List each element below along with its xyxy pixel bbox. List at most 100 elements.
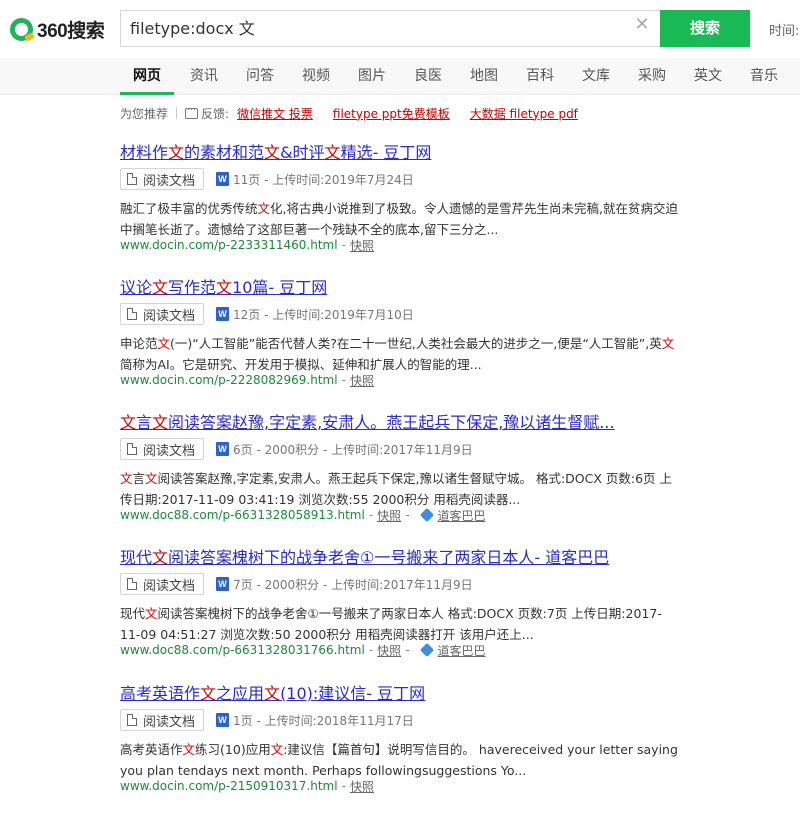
title-text: 材料作: [120, 143, 169, 162]
result-meta-text: 7页 - 2000积分 - 上传时间:2017年11月9日: [233, 577, 473, 592]
clear-icon[interactable]: ✕: [634, 16, 650, 34]
result-snippet: 申论范文(一)“人工智能”能否代替人类?在二十一世纪,人类社会最大的进步之一,便…: [120, 333, 680, 375]
tab-doctor[interactable]: 良医: [414, 58, 442, 95]
title-text: 10篇- 豆丁网: [232, 278, 328, 297]
read-document-button[interactable]: 阅读文档: [120, 438, 205, 460]
snippet-text: 现代: [120, 606, 146, 621]
result-snippet: 现代文阅读答案槐树下的战争老舍①一号搬来了两家日本人 格式:DOCX 页数:7页…: [120, 603, 680, 645]
tab-video[interactable]: 视频: [302, 58, 330, 95]
site-diamond-icon: [419, 507, 434, 523]
snapshot-link[interactable]: 快照: [350, 372, 374, 389]
tab-library[interactable]: 文库: [582, 58, 610, 95]
result-meta-text: 11页 - 上传时间:2019年7月24日: [233, 172, 414, 187]
category-nav: 网页 资讯 问答 视频 图片 良医 地图 百科 文库 采购 英文 音乐: [0, 58, 800, 95]
active-tab-indicator: [120, 92, 174, 95]
result-url-row: www.docin.com/p-2228082969.html - 快照: [120, 371, 374, 389]
title-text: 高考英语作: [120, 684, 201, 703]
tab-english[interactable]: 英文: [694, 58, 722, 95]
result-meta-text: 1页 - 上传时间:2018年11月17日: [233, 713, 414, 728]
highlight-term: 文: [152, 548, 169, 567]
snippet-text: 阅读答案槐树下的战争老舍①一号搬来了两家日本人 格式:DOCX 页数:7页 上传…: [120, 606, 662, 642]
highlight-term: 文: [264, 684, 281, 703]
tab-baike[interactable]: 百科: [526, 58, 554, 95]
read-document-label: 阅读文档: [143, 443, 196, 459]
site-diamond-icon: [419, 642, 434, 658]
result-title-link[interactable]: 议论文写作范文10篇- 豆丁网: [120, 277, 680, 299]
result-meta-row: 阅读文档 W 12页 - 上传时间:2019年7月10日: [120, 303, 414, 325]
tab-web[interactable]: 网页: [133, 58, 161, 95]
logo[interactable]: 360搜索: [10, 16, 105, 42]
tab-qa[interactable]: 问答: [246, 58, 274, 95]
result-title-link[interactable]: 文言文阅读答案赵豫,字定素,安肃人。燕王起兵下保定,豫以诸生督赋...: [120, 412, 680, 434]
search-button[interactable]: 搜索: [660, 10, 750, 47]
recommend-label: 为您推荐: [120, 106, 169, 121]
recommend-link[interactable]: filetype ppt免费模板: [333, 105, 450, 122]
read-document-button[interactable]: 阅读文档: [120, 303, 205, 325]
tab-images[interactable]: 图片: [358, 58, 386, 95]
separator: -: [405, 508, 410, 522]
search-result: 文言文阅读答案赵豫,字定素,安肃人。燕王起兵下保定,豫以诸生督赋... 阅读文档 W…: [120, 412, 680, 552]
time-filter-label[interactable]: 时间:: [769, 20, 799, 39]
result-meta-row: 阅读文档 W 7页 - 2000积分 - 上传时间:2017年11月9日: [120, 573, 473, 595]
result-snippet: 融汇了极丰富的优秀传统文化,将古典小说推到了极致。令人遗憾的是雪芹先生尚未完稿,…: [120, 198, 680, 240]
recommend-link[interactable]: 微信推文 投票: [237, 105, 313, 122]
highlight-term: 文: [182, 742, 196, 757]
result-title-link[interactable]: 现代文阅读答案槐树下的战争老舍①一号搬来了两家日本人- 道客巴巴: [120, 547, 680, 569]
search-input[interactable]: [130, 11, 610, 46]
feedback-label[interactable]: 反馈:: [201, 105, 229, 122]
logo-icon: [10, 17, 33, 41]
search-result: 议论文写作范文10篇- 豆丁网 阅读文档 W 12页 - 上传时间:2019年7月10…: [120, 277, 680, 417]
snapshot-link[interactable]: 快照: [350, 237, 374, 254]
highlight-term: 文: [145, 606, 158, 621]
separator: -: [341, 238, 346, 252]
site-name-link[interactable]: 道客巴巴: [438, 642, 486, 659]
snapshot-link[interactable]: 快照: [377, 507, 401, 524]
search-result: 高考英语作文之应用文(10):建议信- 豆丁网 阅读文档 W 1页 - 上传时间:20…: [120, 683, 680, 814]
highlight-term: 文: [200, 684, 217, 703]
tab-music[interactable]: 音乐: [750, 58, 778, 95]
tab-news[interactable]: 资讯: [190, 58, 218, 95]
highlight-term: 文: [120, 471, 133, 486]
snapshot-link[interactable]: 快照: [377, 642, 401, 659]
result-url: www.docin.com/p-2228082969.html: [120, 373, 338, 387]
snapshot-link[interactable]: 快照: [350, 778, 374, 795]
highlight-term: 文: [216, 278, 233, 297]
tab-purchase[interactable]: 采购: [638, 58, 666, 95]
result-snippet: 文言文阅读答案赵豫,字定素,安肃人。燕王起兵下保定,豫以诸生督赋守城。 格式:D…: [120, 468, 680, 510]
tab-map[interactable]: 地图: [470, 58, 498, 95]
snippet-text: 言: [132, 471, 146, 486]
read-document-button[interactable]: 阅读文档: [120, 709, 205, 731]
read-document-button[interactable]: 阅读文档: [120, 573, 205, 595]
read-document-label: 阅读文档: [143, 173, 196, 189]
title-text: 的素材和范: [184, 143, 265, 162]
snippet-text: 简称为AI。它是研究、开发用于模拟、延伸和扩展人的智能的理...: [120, 357, 482, 372]
word-file-icon: W: [216, 307, 230, 321]
result-url-row: www.doc88.com/p-6631328031766.html - 快照 - 道客…: [120, 641, 486, 659]
site-name-link[interactable]: 道客巴巴: [438, 507, 486, 524]
highlight-term: 文: [120, 413, 137, 432]
header: 360搜索 ✕ 搜索 时间:: [0, 0, 800, 58]
title-text: (10):建议信- 豆丁网: [280, 684, 426, 703]
result-title-link[interactable]: 高考英语作文之应用文(10):建议信- 豆丁网: [120, 683, 680, 705]
divider: [176, 107, 178, 119]
snippet-text: 练习(10)应用: [195, 742, 271, 757]
result-title-link[interactable]: 材料作文的素材和范文&时评文精选- 豆丁网: [120, 142, 680, 164]
result-meta-row: 阅读文档 W 1页 - 上传时间:2018年11月17日: [120, 709, 414, 731]
recommend-bar: 为您推荐 反馈: 微信推文 投票 filetype ppt免费模板 大数据 fi…: [120, 103, 598, 122]
result-meta-row: 阅读文档 W 11页 - 上传时间:2019年7月24日: [120, 168, 414, 190]
recommend-link[interactable]: 大数据 filetype pdf: [470, 105, 578, 122]
result-url: www.docin.com/p-2150910317.html: [120, 779, 338, 793]
title-text: 阅读答案赵豫,字定素,安肃人。燕王起兵下保定,豫以诸生督赋...: [168, 413, 615, 432]
snippet-text: 高考英语作: [120, 742, 183, 757]
snippet-text: 申论范: [120, 336, 158, 351]
title-text: 言: [136, 413, 153, 432]
highlight-term: 文: [264, 143, 281, 162]
highlight-term: 文: [257, 201, 271, 216]
highlight-term: 文: [152, 278, 169, 297]
separator: -: [405, 643, 410, 657]
snippet-text: 融汇了极丰富的优秀传统: [120, 201, 258, 216]
feedback-icon[interactable]: [185, 103, 199, 119]
title-text: 精选- 豆丁网: [340, 143, 432, 162]
read-document-button[interactable]: 阅读文档: [120, 168, 205, 190]
title-text: 现代: [120, 548, 153, 567]
